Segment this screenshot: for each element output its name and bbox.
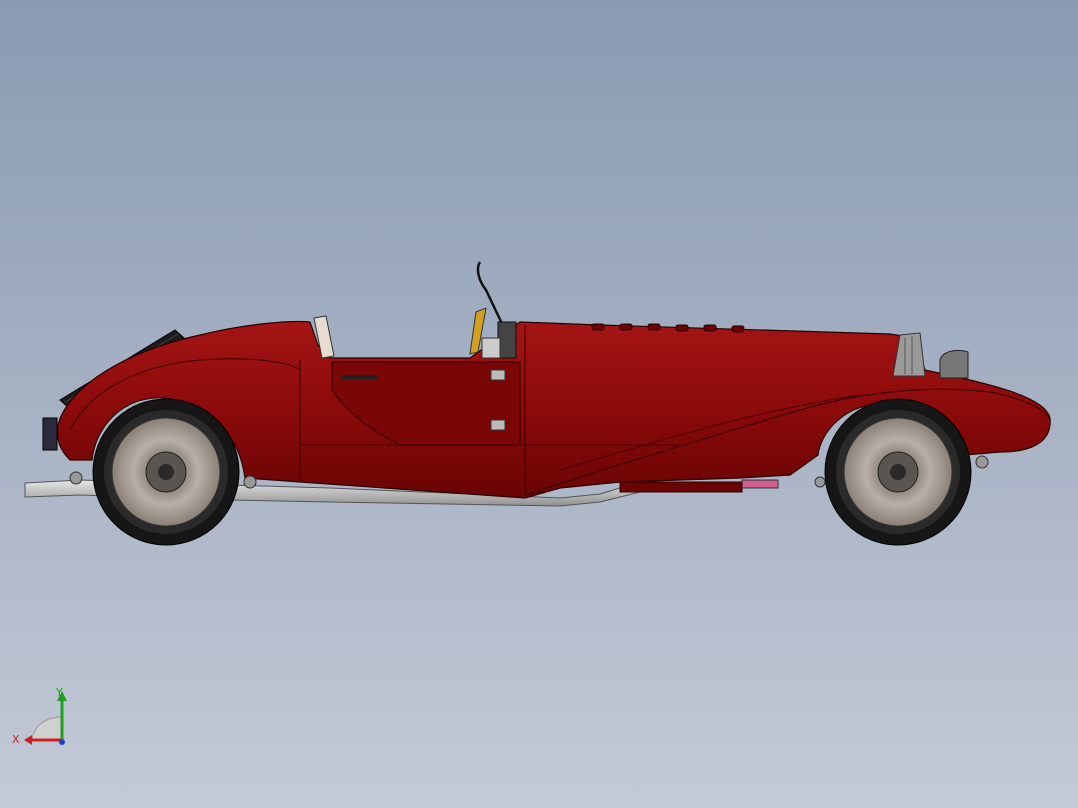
coordinate-triad[interactable]: Y X <box>10 685 80 755</box>
z-axis-dot <box>59 739 65 745</box>
cockpit <box>469 261 517 359</box>
y-axis-label: Y <box>55 686 63 699</box>
underbody-part <box>741 479 779 489</box>
triad-plane-icon <box>31 716 63 741</box>
rear-wheel <box>92 398 240 546</box>
headlamp <box>939 349 969 379</box>
rear-bumper <box>42 417 58 451</box>
x-axis-label: X <box>12 733 20 746</box>
door-hinge-top <box>490 369 506 381</box>
graphics-viewport[interactable]: Y X <box>0 0 1078 808</box>
front-wheel <box>824 398 972 546</box>
door-handle <box>342 375 378 379</box>
car-model[interactable] <box>0 0 1078 808</box>
door-hinge-bottom <box>490 419 506 431</box>
